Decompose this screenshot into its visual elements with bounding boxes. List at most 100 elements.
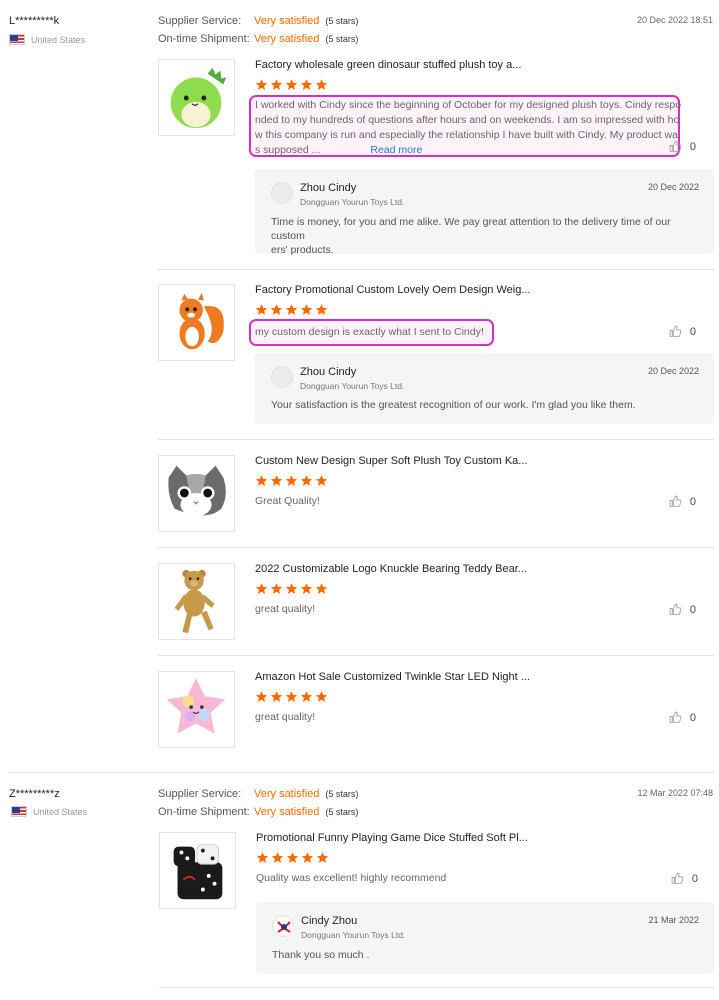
- comment-line: I worked with Cindy since the beginning …: [255, 99, 682, 111]
- product-review-item: Promotional Funny Playing Game Dice Stuf…: [159, 832, 715, 992]
- star-icon: [270, 475, 283, 486]
- rating-value: Very satisfied: [254, 806, 320, 818]
- us-flag-icon: [11, 806, 27, 817]
- reply-line: Time is money, for you and me alike. We …: [271, 216, 671, 242]
- star-icon: [255, 583, 268, 594]
- us-flag-icon: [9, 34, 25, 45]
- comment-line: nded to my hundreds of questions after h…: [255, 114, 680, 126]
- teddy-bear-image[interactable]: [158, 563, 235, 640]
- led-star-pillow-image[interactable]: [158, 671, 235, 748]
- review-comment: I worked with Cindy since the beginning …: [255, 98, 681, 158]
- product-title[interactable]: Promotional Funny Playing Game Dice Stuf…: [256, 832, 528, 844]
- plush-dice-image[interactable]: [159, 832, 236, 909]
- rating-value: Very satisfied: [254, 788, 320, 800]
- rating-stars-text: (5 stars): [325, 807, 359, 817]
- star-icon: [300, 691, 313, 702]
- product-rating-stars: [255, 690, 328, 703]
- rating-stars-text: (5 stars): [325, 789, 359, 799]
- supplier-reply: Zhou Cindy Dongguan Yourun Toys Ltd. 20 …: [255, 353, 714, 424]
- like-button[interactable]: 0: [669, 495, 696, 508]
- star-icon: [300, 304, 313, 315]
- product-title[interactable]: Factory wholesale green dinosaur stuffed…: [255, 59, 521, 71]
- product-review-item: 2022 Customizable Logo Knuckle Bearing T…: [158, 563, 714, 643]
- comment-line: Quality was excellent! highly recommend: [256, 872, 447, 884]
- read-more-link[interactable]: Read more: [370, 144, 422, 156]
- star-icon: [315, 304, 328, 315]
- rating-stars-text: (5 stars): [325, 16, 359, 26]
- supplier-service-rating: Supplier Service: Very satisfied (5 star…: [158, 788, 358, 800]
- product-rating-stars: [255, 303, 328, 316]
- comment-line: my custom design is exactly what I sent …: [255, 326, 484, 338]
- star-icon: [315, 691, 328, 702]
- green-dinosaur-plush-image[interactable]: [158, 59, 235, 136]
- product-title[interactable]: Amazon Hot Sale Customized Twinkle Star …: [255, 671, 530, 683]
- thumbs-up-icon: [669, 711, 682, 723]
- like-count: 0: [689, 711, 696, 724]
- reply-date: 20 Dec 2022: [647, 182, 699, 192]
- thumbs-up-icon: [669, 495, 682, 507]
- reply-company: Dongguan Yourun Toys Ltd.: [300, 381, 405, 391]
- star-icon: [270, 583, 283, 594]
- review-comment: my custom design is exactly what I sent …: [255, 325, 484, 340]
- product-rating-stars: [255, 474, 328, 487]
- like-button[interactable]: 0: [669, 325, 696, 338]
- like-count: 0: [689, 140, 696, 153]
- star-icon: [316, 852, 329, 863]
- review-comment: Great Quality!: [255, 494, 320, 509]
- star-icon: [255, 475, 268, 486]
- like-button[interactable]: 0: [669, 140, 696, 153]
- product-rating-stars: [255, 582, 328, 595]
- star-icon: [285, 691, 298, 702]
- review-comment: Quality was excellent! highly recommend: [256, 871, 446, 886]
- reviewer-name: Z*********z: [9, 788, 60, 800]
- item-divider: [158, 655, 714, 656]
- product-title[interactable]: Factory Promotional Custom Lovely Oem De…: [255, 284, 531, 296]
- comment-line: s supposed ... Read more: [255, 143, 681, 158]
- reply-line: Your satisfaction is the greatest recogn…: [271, 399, 636, 411]
- like-count: 0: [689, 603, 696, 616]
- reviewer-name: L*********k: [9, 15, 60, 27]
- product-review-item: Factory Promotional Custom Lovely Oem De…: [158, 284, 714, 434]
- review-comment: great quality!: [255, 602, 315, 617]
- thumbs-up-icon: [669, 325, 682, 337]
- supplier-avatar: [271, 366, 293, 388]
- item-divider: [159, 987, 714, 988]
- star-icon: [285, 79, 298, 90]
- cat-face-pillow-image[interactable]: [158, 455, 235, 532]
- product-title[interactable]: 2022 Customizable Logo Knuckle Bearing T…: [255, 563, 527, 575]
- country-label: United States: [31, 34, 86, 45]
- product-review-item: Factory wholesale green dinosaur stuffed…: [158, 59, 714, 269]
- reviewer-country: United States: [9, 34, 85, 45]
- rating-label: On-time Shipment:: [158, 806, 250, 818]
- review-card: L*********k United States Supplier Servi…: [0, 0, 719, 772]
- product-title[interactable]: Custom New Design Super Soft Plush Toy C…: [255, 455, 527, 467]
- reviewer-country: United States: [11, 806, 87, 817]
- supplier-avatar: [271, 182, 293, 204]
- comment-line: great quality!: [255, 711, 316, 723]
- supplier-reply: Zhou Cindy Dongguan Yourun Toys Ltd. 20 …: [255, 169, 714, 256]
- rating-stars-text: (5 stars): [325, 34, 359, 44]
- review-date: 12 Mar 2022 07:48: [637, 788, 713, 798]
- star-icon: [315, 79, 328, 90]
- reply-company: Dongguan Yourun Toys Ltd.: [301, 930, 406, 940]
- supplier-service-rating: Supplier Service: Very satisfied (5 star…: [158, 15, 358, 27]
- star-icon: [285, 475, 298, 486]
- like-button[interactable]: 0: [669, 711, 696, 724]
- star-icon: [285, 583, 298, 594]
- like-button[interactable]: 0: [669, 603, 696, 616]
- reply-text: Thank you so much .: [272, 948, 702, 962]
- like-button[interactable]: 0: [671, 872, 698, 885]
- reply-author: Cindy Zhou: [301, 915, 358, 927]
- thumbs-up-icon: [669, 140, 682, 152]
- star-icon: [271, 852, 284, 863]
- like-count: 0: [689, 495, 696, 508]
- like-count: 0: [691, 872, 698, 885]
- item-divider: [158, 439, 714, 440]
- reply-date: 20 Dec 2022: [647, 366, 699, 376]
- item-divider: [158, 547, 714, 548]
- thumbs-up-icon: [671, 872, 684, 884]
- comment-line: Great Quality!: [255, 495, 320, 507]
- orange-squirrel-plush-image[interactable]: [158, 284, 235, 361]
- product-rating-stars: [255, 78, 328, 91]
- reply-line: ers' products.: [271, 244, 334, 256]
